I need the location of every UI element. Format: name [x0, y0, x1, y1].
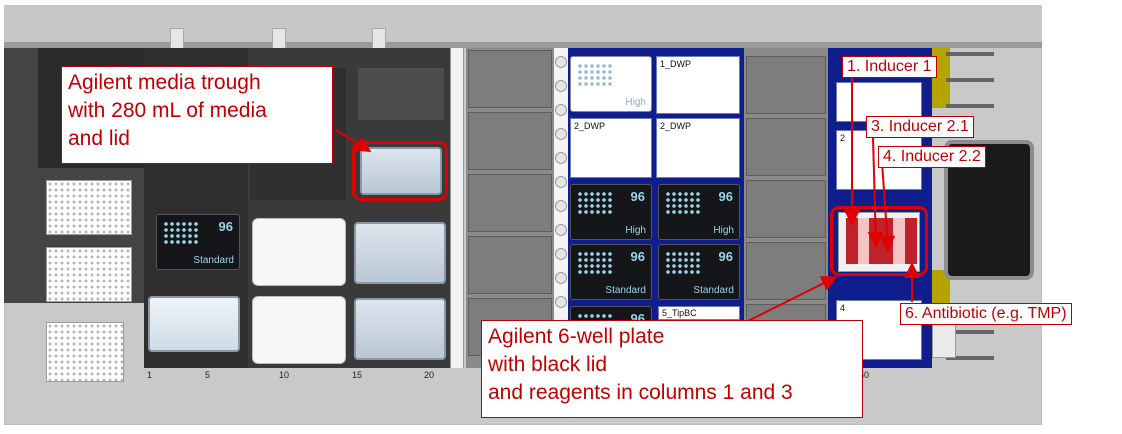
callout-line: Agilent 6-well plate	[488, 325, 665, 348]
callout-inducer-1: 1. Inducer 1	[842, 56, 937, 78]
callout-six-well-plate: Agilent 6-well plate with black lid and …	[481, 320, 863, 418]
callout-media-trough: Agilent media trough with 280 mL of medi…	[61, 66, 333, 164]
inducer22-arrow	[879, 161, 896, 252]
callout-line: Agilent media trough	[68, 71, 261, 94]
callout-inducer-2-2: 4. Inducer 2.2	[878, 146, 986, 168]
callout-line: and reagents in columns 1 and 3	[488, 381, 793, 404]
callout-line: with black lid	[488, 353, 608, 376]
callout-inducer-2-1: 3. Inducer 2.1	[866, 116, 974, 138]
trough-arrow	[335, 129, 372, 153]
callout-line: and lid	[68, 127, 130, 150]
callout-line: with 280 mL of media	[68, 99, 267, 122]
callout-antibiotic: 6. Antibiotic (e.g. TMP)	[900, 303, 1072, 325]
inducer21-arrow	[867, 137, 884, 248]
